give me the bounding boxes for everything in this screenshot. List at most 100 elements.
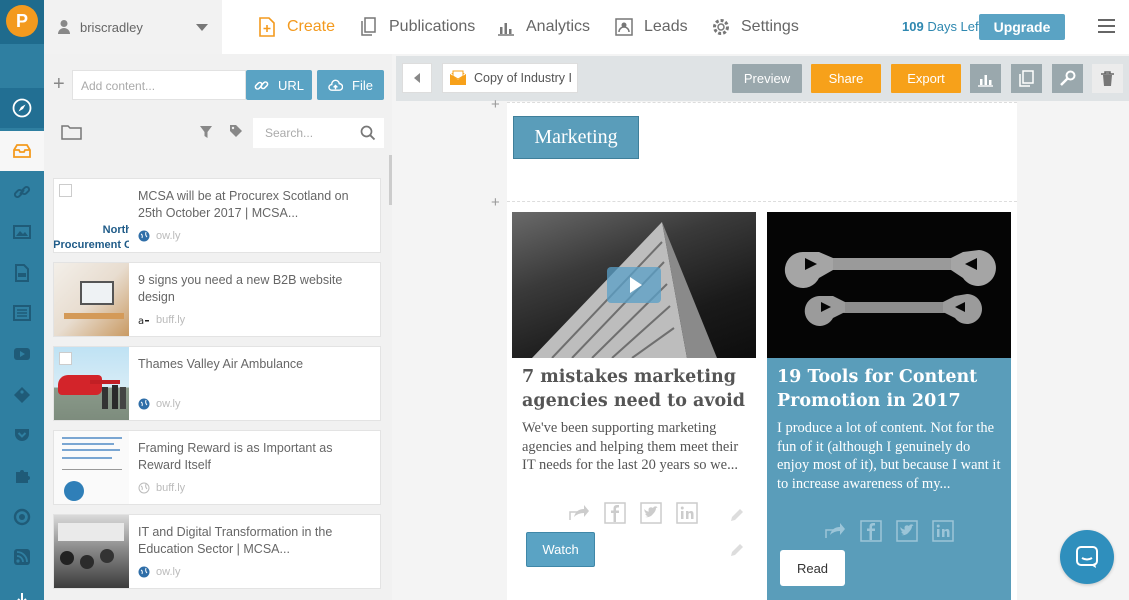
nav-leads[interactable]: Leads bbox=[613, 0, 688, 54]
image-icon bbox=[13, 225, 31, 239]
puzzle-icon bbox=[16, 470, 30, 483]
user-icon bbox=[58, 20, 70, 34]
search-icon[interactable] bbox=[360, 125, 376, 141]
hamburger-menu-icon[interactable] bbox=[1098, 19, 1115, 33]
share-button[interactable]: Share bbox=[811, 64, 881, 93]
twitter-icon[interactable] bbox=[640, 502, 662, 524]
compass-icon bbox=[12, 98, 32, 118]
export-button[interactable]: Export bbox=[891, 64, 961, 93]
item-checkbox[interactable] bbox=[59, 352, 72, 365]
article-summary: I produce a lot of content. Not for the … bbox=[777, 420, 1001, 492]
nav-settings[interactable]: Settings bbox=[710, 0, 799, 54]
links-nav[interactable] bbox=[0, 172, 44, 212]
create-icon bbox=[259, 17, 275, 37]
pocket-nav[interactable] bbox=[0, 415, 44, 455]
duplicate-button[interactable] bbox=[1011, 64, 1042, 93]
discover-nav[interactable] bbox=[0, 88, 44, 128]
add-block-icon[interactable]: + bbox=[491, 96, 500, 113]
delete-button[interactable] bbox=[1092, 64, 1123, 93]
stats-button[interactable] bbox=[970, 64, 1001, 93]
list-item[interactable]: 9 signs you need a new B2B website desig… bbox=[53, 262, 381, 337]
trial-days-left: 109 Days Left bbox=[902, 19, 982, 34]
text-nav[interactable] bbox=[0, 293, 44, 333]
read-button[interactable]: Read bbox=[780, 550, 845, 586]
document-name-field[interactable]: Copy of Industry I bbox=[442, 63, 578, 93]
rss-icon bbox=[14, 549, 30, 565]
list-item[interactable]: Framing Reward is as Important as Reward… bbox=[53, 430, 381, 505]
trash-icon bbox=[1101, 71, 1114, 86]
item-source: buff.ly bbox=[138, 482, 185, 494]
tag-icon[interactable] bbox=[229, 124, 243, 138]
nav-analytics-label: Analytics bbox=[526, 18, 591, 35]
add-file-button[interactable]: File bbox=[317, 70, 384, 100]
rss-nav[interactable] bbox=[0, 537, 44, 577]
user-menu[interactable]: briscradley bbox=[44, 0, 222, 54]
plus-icon[interactable]: + bbox=[53, 74, 65, 94]
download-nav[interactable] bbox=[0, 580, 44, 600]
list-item[interactable]: Thames Valley Air Ambulance ow.ly bbox=[53, 346, 381, 421]
upgrade-button[interactable]: Upgrade bbox=[979, 14, 1065, 40]
item-thumbnail bbox=[54, 263, 129, 336]
play-button[interactable] bbox=[607, 267, 661, 303]
facebook-icon[interactable] bbox=[604, 502, 626, 524]
files-nav[interactable] bbox=[0, 253, 44, 293]
search-input[interactable]: Search... bbox=[253, 118, 384, 148]
globe-icon bbox=[138, 482, 150, 494]
article-image bbox=[767, 212, 1011, 358]
nav-create[interactable]: Create bbox=[256, 0, 335, 54]
facebook-icon[interactable] bbox=[860, 520, 882, 542]
list-item[interactable]: North Procurement C MCSA will be at Proc… bbox=[53, 178, 381, 253]
nav-publications[interactable]: Publications bbox=[358, 0, 475, 54]
refresh-nav[interactable] bbox=[0, 497, 44, 537]
preview-button[interactable]: Preview bbox=[732, 64, 802, 93]
filter-row: Search... bbox=[44, 116, 392, 150]
item-title: Thames Valley Air Ambulance bbox=[138, 357, 304, 371]
section-divider bbox=[507, 201, 1017, 202]
images-nav[interactable] bbox=[0, 212, 44, 252]
globe-icon bbox=[138, 566, 150, 578]
item-thumbnail-text: North Procurement C bbox=[54, 224, 129, 251]
cloud-upload-icon bbox=[328, 79, 344, 91]
item-checkbox[interactable] bbox=[59, 184, 72, 197]
folder-icon[interactable] bbox=[61, 124, 82, 140]
edit-pencil-icon[interactable] bbox=[730, 543, 744, 557]
share-icon[interactable] bbox=[568, 502, 590, 524]
twitter-icon[interactable] bbox=[896, 520, 918, 542]
nav-analytics[interactable]: Analytics bbox=[495, 0, 590, 54]
link-icon bbox=[254, 80, 269, 90]
globe-icon bbox=[138, 398, 150, 410]
add-content-input[interactable]: Add content... bbox=[72, 70, 246, 100]
content-panel: + Add content... URL File Search... Nort… bbox=[44, 54, 392, 600]
settings-button[interactable] bbox=[1052, 64, 1083, 93]
trial-days-count: 109 bbox=[902, 19, 924, 34]
username: briscradley bbox=[80, 19, 143, 35]
video-nav[interactable] bbox=[0, 334, 44, 374]
integrations-nav[interactable] bbox=[0, 456, 44, 496]
edit-pencil-icon[interactable] bbox=[730, 508, 744, 522]
share-icon[interactable] bbox=[824, 520, 846, 542]
site-favicon-icon: a bbox=[138, 316, 149, 326]
section-divider bbox=[507, 102, 1017, 103]
tag-nav[interactable] bbox=[0, 375, 44, 415]
linkedin-icon[interactable] bbox=[932, 520, 954, 542]
inbox-nav[interactable] bbox=[0, 131, 44, 171]
item-title: 9 signs you need a new B2B website desig… bbox=[138, 273, 343, 304]
add-url-button[interactable]: URL bbox=[246, 70, 312, 100]
article-card[interactable]: 7 mistakes marketing agencies need to av… bbox=[512, 212, 756, 600]
linkedin-icon[interactable] bbox=[676, 502, 698, 524]
article-card[interactable]: 19 Tools for Content Promotion in 2017 I… bbox=[767, 212, 1011, 600]
item-source-label: buff.ly bbox=[156, 482, 186, 494]
collapse-panel-button[interactable] bbox=[402, 63, 432, 93]
file-icon bbox=[15, 264, 29, 282]
add-block-icon[interactable]: + bbox=[491, 194, 500, 211]
item-source: a buff.ly bbox=[138, 314, 185, 326]
globe-icon bbox=[138, 230, 150, 242]
app-logo[interactable]: P bbox=[6, 5, 38, 37]
filter-icon[interactable] bbox=[199, 125, 213, 139]
chat-launcher[interactable] bbox=[1060, 530, 1114, 584]
watch-button[interactable]: Watch bbox=[526, 532, 595, 567]
list-item[interactable]: IT and Digital Transformation in the Edu… bbox=[53, 514, 381, 589]
analytics-icon bbox=[498, 23, 514, 36]
nav-leads-label: Leads bbox=[644, 18, 688, 35]
section-heading[interactable]: Marketing bbox=[513, 116, 639, 159]
